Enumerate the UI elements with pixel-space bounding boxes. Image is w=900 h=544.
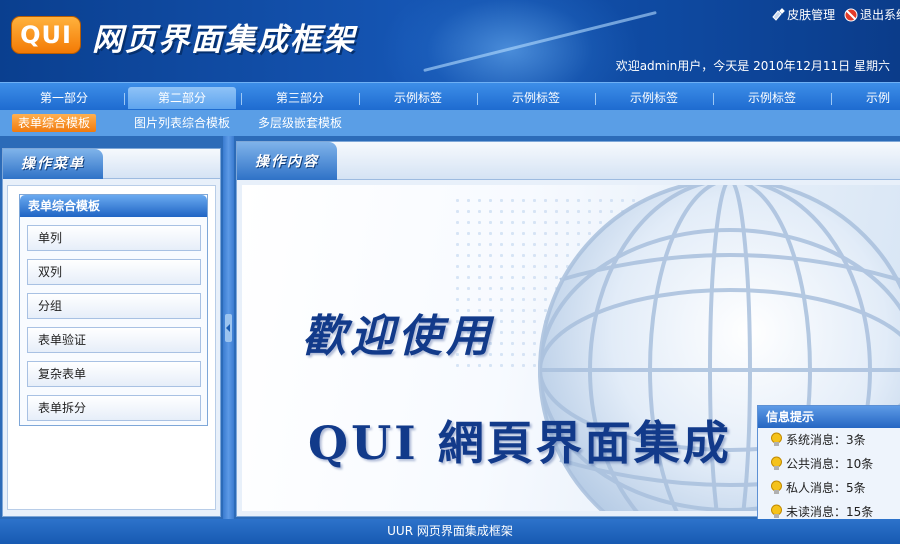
footer: UUR 网页界面集成框架 [0, 519, 900, 544]
nav-tab-2[interactable]: 第二部分 [128, 87, 236, 109]
nav-tab-6[interactable]: 示例标签 [600, 87, 708, 109]
menu-item-double-column[interactable]: 双列 [27, 259, 201, 285]
subnav-item-image-list-template[interactable]: 图片列表综合模板 [128, 114, 236, 132]
menu-item-form-validation[interactable]: 表单验证 [27, 327, 201, 353]
nav-separator [359, 93, 360, 105]
left-panel-title: 操作菜单 [3, 149, 103, 179]
info-row-private[interactable]: 私人消息：5条 [758, 476, 900, 500]
header-glow [380, 0, 640, 82]
menu-group-title[interactable]: 表单综合模板 [20, 195, 207, 217]
app-logo: QUI [11, 16, 81, 54]
info-row-system[interactable]: 系统消息：3条 [758, 428, 900, 452]
menu-item-group[interactable]: 分组 [27, 293, 201, 319]
welcome-message: 欢迎admin用户，今天是 2010年12月11日 星期六 [615, 59, 890, 73]
logout-link[interactable]: 退出系统 [844, 6, 900, 23]
sub-nav: 表单综合模板 图片列表综合模板 多层级嵌套模板 [0, 110, 900, 136]
info-popup: 信息提示 系统消息：3条 公共消息：10条 私人消息：5条 未读消息：15条 [757, 405, 900, 525]
header-banner: QUI 网页界面集成框架 皮肤管理 退出系统 欢迎admin用户，今天是 201… [0, 0, 900, 82]
left-panel: 操作菜单 表单综合模板 单列 双列 分组 表单验证 复杂表单 表单拆分 [2, 148, 221, 517]
right-panel-header: 操作内容 [237, 142, 900, 180]
skin-manage-link[interactable]: 皮肤管理 [771, 6, 835, 23]
subnav-item-nested-template[interactable]: 多层级嵌套模板 [252, 114, 348, 132]
lightbulb-icon [771, 504, 782, 518]
menu-item-single-column[interactable]: 单列 [27, 225, 201, 251]
welcome-subheading: QUI 網頁界面集成 [308, 416, 732, 470]
menu-group: 表单综合模板 单列 双列 分组 表单验证 复杂表单 表单拆分 [19, 194, 208, 426]
top-links: 皮肤管理 退出系统 [766, 6, 900, 25]
logout-icon [844, 8, 858, 21]
app-title: 网页界面集成框架 [92, 22, 356, 58]
info-row-label: 系统消息：3条 [786, 433, 866, 447]
logout-label: 退出系统 [859, 8, 900, 22]
lightbulb-icon [771, 480, 782, 494]
nav-tab-8[interactable]: 示例标 [836, 87, 900, 109]
welcome-heading: 歡迎使用 [302, 311, 494, 362]
info-row-label: 私人消息：5条 [786, 481, 866, 495]
nav-separator [713, 93, 714, 105]
skin-icon [772, 7, 785, 21]
collapse-arrow-icon[interactable] [225, 314, 232, 342]
nav-tab-7[interactable]: 示例标签 [718, 87, 826, 109]
left-panel-body: 表单综合模板 单列 双列 分组 表单验证 复杂表单 表单拆分 [7, 185, 216, 510]
nav-separator [595, 93, 596, 105]
left-panel-header: 操作菜单 [3, 149, 220, 179]
info-popup-title: 信息提示 [758, 406, 900, 428]
subnav-item-form-template[interactable]: 表单综合模板 [12, 114, 97, 132]
nav-separator [831, 93, 832, 105]
panel-splitter[interactable] [223, 136, 234, 519]
lightbulb-icon [771, 456, 782, 470]
main-nav: 第一部分 第二部分 第三部分 示例标签 示例标签 示例标签 示例标签 示例标 [0, 82, 900, 110]
menu-item-form-split[interactable]: 表单拆分 [27, 395, 201, 421]
nav-tab-5[interactable]: 示例标签 [482, 87, 590, 109]
info-row-public[interactable]: 公共消息：10条 [758, 452, 900, 476]
right-panel-title: 操作内容 [237, 142, 337, 180]
nav-tab-3[interactable]: 第三部分 [246, 87, 354, 109]
lightbulb-icon [771, 432, 782, 446]
nav-separator [124, 93, 125, 105]
menu-item-complex-form[interactable]: 复杂表单 [27, 361, 201, 387]
info-row-label: 公共消息：10条 [786, 457, 874, 471]
skin-manage-label: 皮肤管理 [787, 8, 836, 22]
nav-separator [477, 93, 478, 105]
nav-tab-4[interactable]: 示例标签 [364, 87, 472, 109]
nav-separator [241, 93, 242, 105]
nav-tab-1[interactable]: 第一部分 [10, 87, 118, 109]
